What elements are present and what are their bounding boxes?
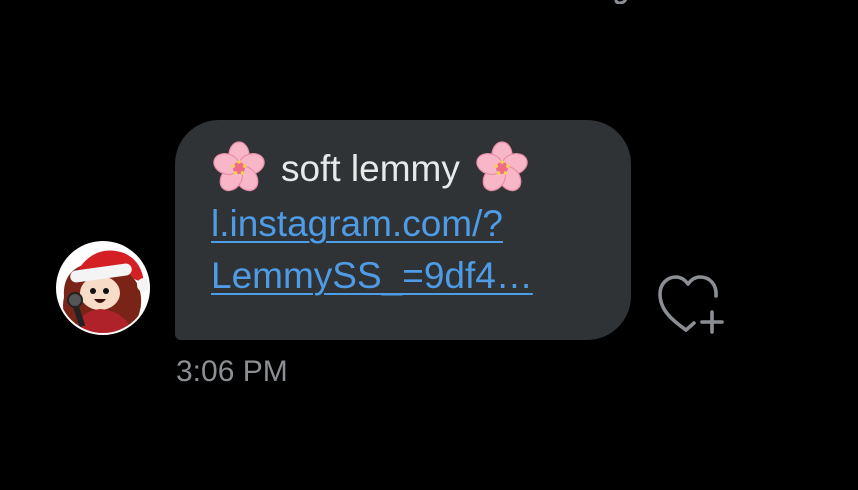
message-bubble[interactable]: soft lemmy l.instagram.com/? LemmySS_=9d… — [175, 120, 631, 340]
message-timestamp: 3:06 PM — [176, 355, 288, 388]
message-link-line-1[interactable]: l.instagram.com/? — [211, 198, 631, 250]
message-title-line: soft lemmy — [211, 140, 631, 196]
dm-conversation: soft lemmy l.instagram.com/? LemmySS_=9d… — [0, 0, 858, 490]
avatar-icon[interactable] — [54, 239, 152, 337]
message-link-line-2[interactable]: LemmySS_=9df4… — [211, 250, 631, 302]
cherry-blossom-icon — [213, 141, 265, 192]
heart-plus-icon[interactable] — [656, 272, 728, 336]
cherry-blossom-icon — [476, 141, 528, 192]
message-title-text: soft lemmy — [281, 147, 460, 189]
cropped-text-fragment — [614, 0, 628, 4]
